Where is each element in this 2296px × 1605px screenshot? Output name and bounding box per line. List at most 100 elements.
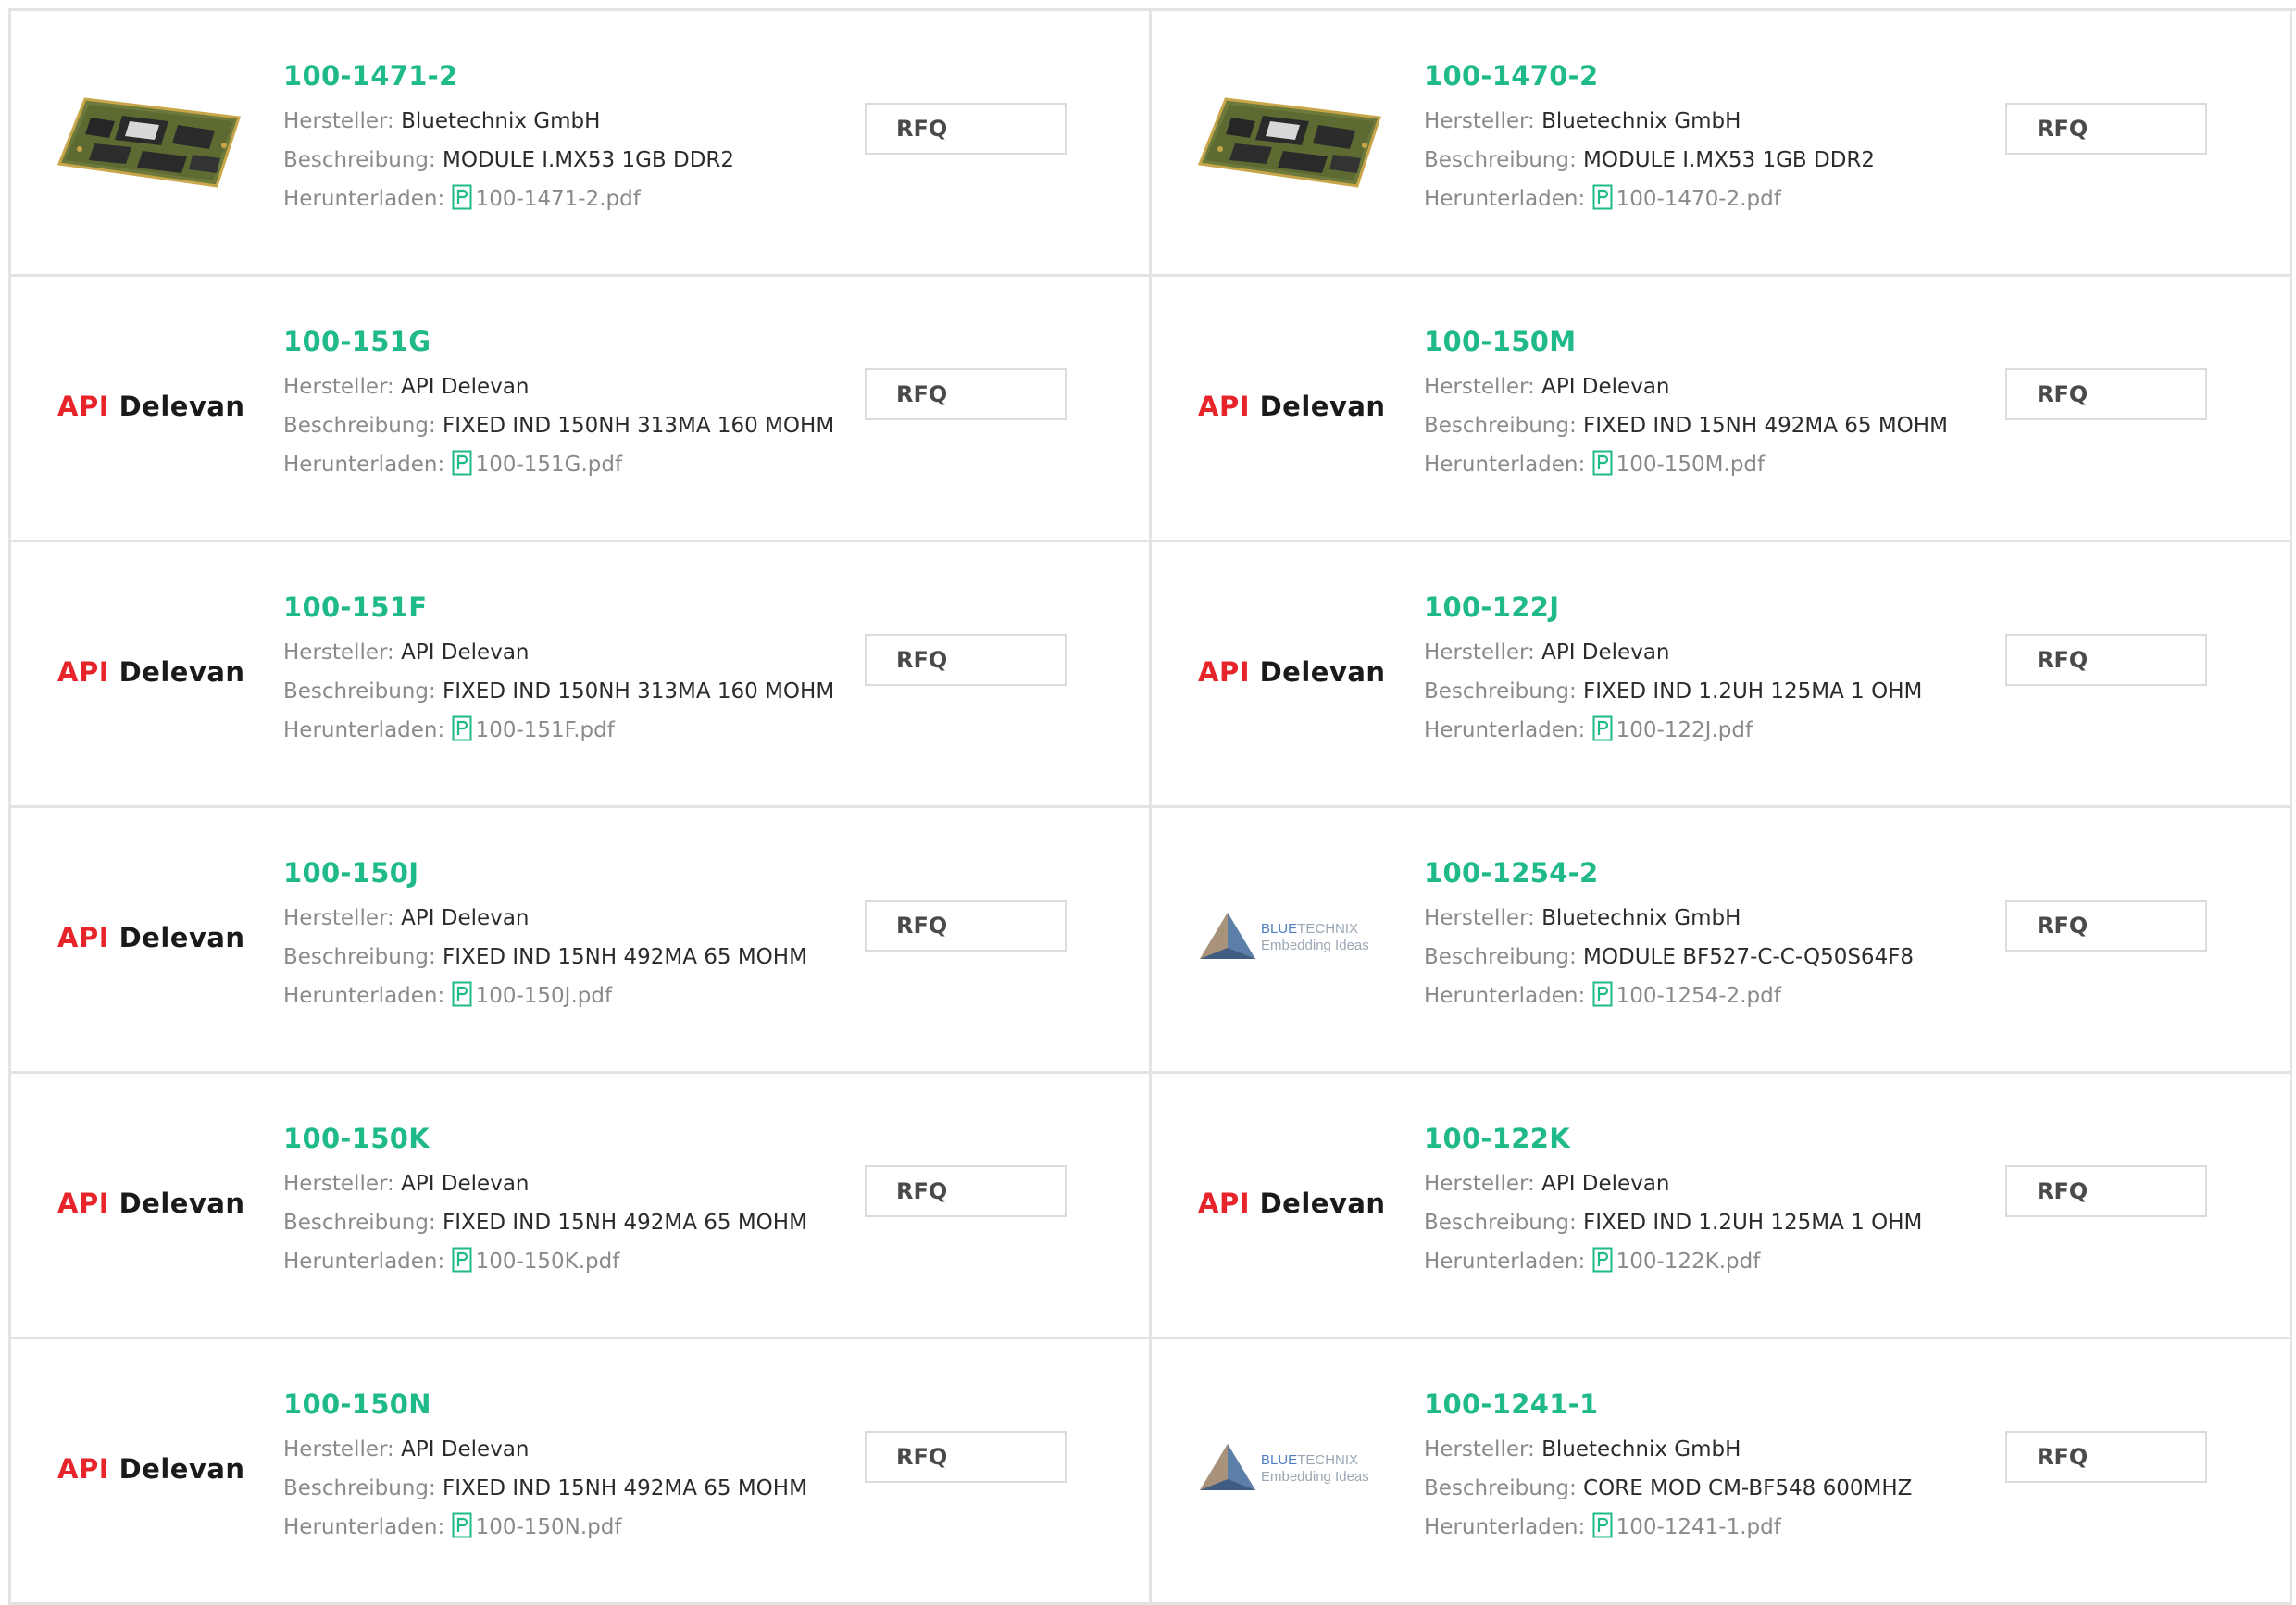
part-number-link[interactable]: 100-150N [283, 1386, 857, 1423]
datasheet-link[interactable]: 100-151G.pdf [452, 450, 622, 477]
part-number-link[interactable]: 100-1471-2 [283, 57, 857, 94]
rfq-button[interactable]: RFQ [2005, 368, 2207, 420]
product-image[interactable]: API Delevan [57, 1418, 244, 1520]
datasheet-filename: 100-150K.pdf [475, 1250, 620, 1274]
description-row: Beschreibung: CORE MOD CM-BF548 600MHZ [1424, 1469, 1998, 1508]
product-image[interactable]: API Delevan [57, 887, 244, 989]
datasheet-link[interactable]: 100-1471-2.pdf [452, 184, 641, 211]
manufacturer-value: API Delevan [401, 906, 530, 930]
api-delevan-logo: API Delevan [1198, 656, 1386, 688]
part-number-link[interactable]: 100-151F [283, 589, 857, 626]
product-card: 100-1470-2 Hersteller: Bluetechnix GmbH … [1152, 11, 2292, 277]
rfq-button[interactable]: RFQ [865, 1165, 1067, 1217]
manufacturer-label: Hersteller: [1424, 375, 1535, 399]
api-logo-red-text: API [57, 391, 109, 422]
download-row: Herunterladen: 100-150N.pdf [283, 1508, 857, 1547]
product-card: API Delevan 100-122K Hersteller: API Del… [1152, 1074, 2292, 1339]
download-row: Herunterladen: 100-122K.pdf [1424, 1242, 1998, 1281]
product-info: 100-150K Hersteller: API Delevan Beschre… [283, 1120, 857, 1281]
api-logo-black-text: Delevan [1259, 391, 1386, 422]
datasheet-link[interactable]: 100-122J.pdf [1592, 715, 1753, 742]
manufacturer-row: Hersteller: API Delevan [283, 633, 857, 672]
product-card: API Delevan 100-122J Hersteller: API Del… [1152, 542, 2292, 808]
description-label: Beschreibung: [1424, 945, 1577, 969]
datasheet-filename: 100-1470-2.pdf [1616, 187, 1781, 211]
datasheet-filename: 100-122K.pdf [1616, 1250, 1761, 1274]
part-number-link[interactable]: 100-122J [1424, 589, 1998, 626]
rfq-button[interactable]: RFQ [865, 1431, 1067, 1483]
pcb-module-image [1198, 97, 1381, 188]
download-row: Herunterladen: 100-151F.pdf [283, 711, 857, 750]
manufacturer-label: Hersteller: [1424, 1172, 1535, 1196]
product-image[interactable] [57, 90, 243, 192]
datasheet-link[interactable]: 100-150K.pdf [452, 1247, 620, 1274]
api-logo-black-text: Delevan [119, 656, 245, 688]
rfq-button[interactable]: RFQ [865, 368, 1067, 420]
manufacturer-label: Hersteller: [1424, 109, 1535, 133]
datasheet-link[interactable]: 100-150M.pdf [1592, 450, 1765, 477]
bluetechnix-technix-text: TECHNIX [1297, 921, 1358, 937]
manufacturer-row: Hersteller: Bluetechnix GmbH [1424, 899, 1998, 938]
product-image[interactable]: BLUETECHNIX Embedding Ideas [1198, 1418, 1383, 1520]
bluetechnix-blue-text: BLUE [1261, 921, 1297, 937]
manufacturer-value: Bluetechnix GmbH [1541, 906, 1741, 930]
manufacturer-value: Bluetechnix GmbH [1541, 1437, 1741, 1462]
product-image[interactable]: API Delevan [57, 621, 245, 723]
manufacturer-row: Hersteller: API Delevan [283, 1430, 857, 1469]
datasheet-link[interactable]: 100-150N.pdf [452, 1512, 621, 1539]
manufacturer-label: Hersteller: [283, 1172, 394, 1196]
product-image[interactable]: API Delevan [1198, 355, 1386, 457]
part-number-link[interactable]: 100-1470-2 [1424, 57, 1998, 94]
part-number-link[interactable]: 100-122K [1424, 1120, 1998, 1157]
part-number-link[interactable]: 100-150M [1424, 323, 1998, 360]
product-image[interactable]: API Delevan [1198, 621, 1386, 723]
rfq-button[interactable]: RFQ [2005, 900, 2207, 952]
bluetechnix-logo: BLUETECHNIX Embedding Ideas [1200, 913, 1369, 959]
product-image[interactable]: BLUETECHNIX Embedding Ideas [1198, 887, 1383, 989]
svg-text:BLUETECHNIX: BLUETECHNIX [1261, 1452, 1358, 1468]
description-value: FIXED IND 1.2UH 125MA 1 OHM [1583, 1211, 1923, 1235]
datasheet-link[interactable]: 100-1254-2.pdf [1592, 981, 1781, 1008]
download-label: Herunterladen: [1424, 1515, 1586, 1539]
rfq-button[interactable]: RFQ [2005, 1431, 2207, 1483]
product-card: 100-1471-2 Hersteller: Bluetechnix GmbH … [11, 11, 1152, 277]
description-value: CORE MOD CM-BF548 600MHZ [1583, 1476, 1913, 1500]
product-image[interactable] [1198, 90, 1383, 192]
datasheet-link[interactable]: 100-1470-2.pdf [1592, 184, 1781, 211]
product-image[interactable]: API Delevan [1198, 1152, 1385, 1254]
rfq-button[interactable]: RFQ [2005, 1165, 2207, 1217]
datasheet-link[interactable]: 100-150J.pdf [452, 981, 612, 1008]
product-card: API Delevan 100-150N Hersteller: API Del… [11, 1339, 1152, 1605]
bluetechnix-technix-text: TECHNIX [1297, 1452, 1358, 1468]
rfq-button[interactable]: RFQ [2005, 103, 2207, 155]
manufacturer-label: Hersteller: [1424, 641, 1535, 665]
bluetechnix-tagline: Embedding Ideas [1261, 1469, 1369, 1485]
manufacturer-value: API Delevan [1541, 1172, 1670, 1196]
rfq-button[interactable]: RFQ [865, 634, 1067, 686]
api-logo-red-text: API [1198, 656, 1250, 688]
product-card: API Delevan 100-151G Hersteller: API Del… [11, 277, 1152, 542]
part-number-link[interactable]: 100-1241-1 [1424, 1386, 1998, 1423]
part-number-link[interactable]: 100-150J [283, 854, 857, 891]
part-number-link[interactable]: 100-151G [283, 323, 857, 360]
description-row: Beschreibung: FIXED IND 1.2UH 125MA 1 OH… [1424, 1203, 1998, 1242]
datasheet-link[interactable]: 100-1241-1.pdf [1592, 1512, 1781, 1539]
download-row: Herunterladen: 100-1470-2.pdf [1424, 180, 1998, 218]
manufacturer-value: API Delevan [401, 1172, 530, 1196]
manufacturer-value: Bluetechnix GmbH [1541, 109, 1741, 133]
rfq-button[interactable]: RFQ [865, 900, 1067, 952]
product-image[interactable]: API Delevan [57, 355, 244, 457]
product-image[interactable]: API Delevan [57, 1152, 244, 1254]
datasheet-link[interactable]: 100-151F.pdf [452, 715, 615, 742]
product-info: 100-1470-2 Hersteller: Bluetechnix GmbH … [1424, 57, 1998, 218]
manufacturer-label: Hersteller: [1424, 906, 1535, 930]
pdf-icon [452, 981, 472, 1007]
part-number-link[interactable]: 100-150K [283, 1120, 857, 1157]
rfq-button[interactable]: RFQ [2005, 634, 2207, 686]
rfq-button[interactable]: RFQ [865, 103, 1067, 155]
description-value: FIXED IND 15NH 492MA 65 MOHM [443, 1211, 807, 1235]
product-info: 100-1471-2 Hersteller: Bluetechnix GmbH … [283, 57, 857, 218]
svg-text:BLUETECHNIX: BLUETECHNIX [1261, 921, 1358, 937]
datasheet-link[interactable]: 100-122K.pdf [1592, 1247, 1761, 1274]
part-number-link[interactable]: 100-1254-2 [1424, 854, 1998, 891]
